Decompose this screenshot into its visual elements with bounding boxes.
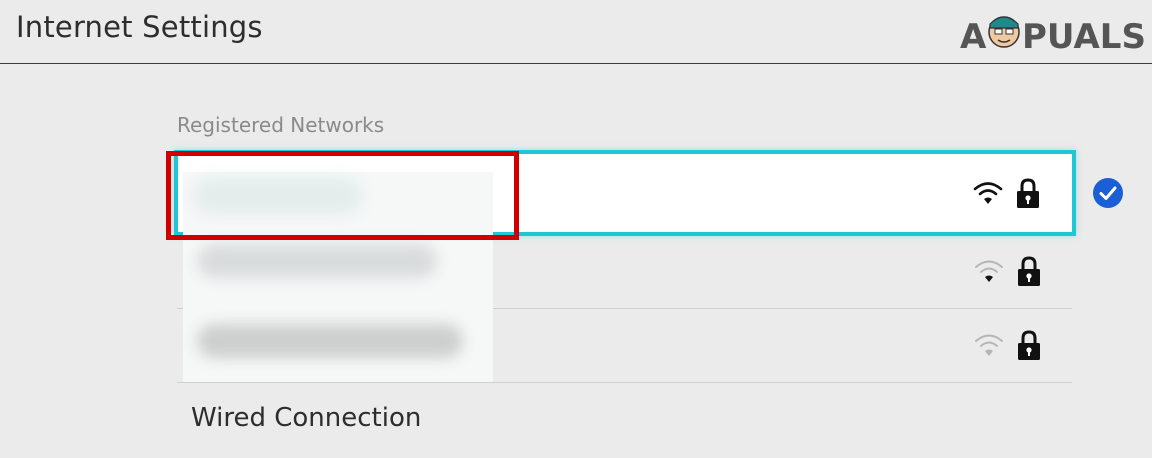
redacted-name-2 xyxy=(197,244,437,278)
network-status-icons xyxy=(973,177,1041,209)
wifi-icon xyxy=(973,182,1003,204)
redacted-name-3 xyxy=(197,324,463,358)
connected-checkmark-icon xyxy=(1093,178,1123,208)
wifi-icon xyxy=(975,260,1003,282)
wired-connection-label: Wired Connection xyxy=(191,403,422,433)
wired-connection-item[interactable]: Wired Connection xyxy=(177,383,1072,458)
network-status-icons xyxy=(974,329,1042,361)
lock-icon xyxy=(1018,255,1040,286)
appuals-logo: A PUALS xyxy=(960,16,1146,54)
network-status-icons xyxy=(974,255,1042,287)
section-label-registered-networks: Registered Networks xyxy=(177,113,385,137)
page-title: Internet Settings xyxy=(16,10,263,44)
svg-text:PUALS: PUALS xyxy=(1022,17,1146,54)
lock-icon xyxy=(1017,178,1039,208)
annotation-highlight-box xyxy=(166,151,519,240)
header-bar: Internet Settings A PUALS xyxy=(0,0,1152,64)
svg-text:A: A xyxy=(960,17,987,54)
lock-icon xyxy=(1018,329,1040,360)
wifi-icon xyxy=(975,334,1003,356)
